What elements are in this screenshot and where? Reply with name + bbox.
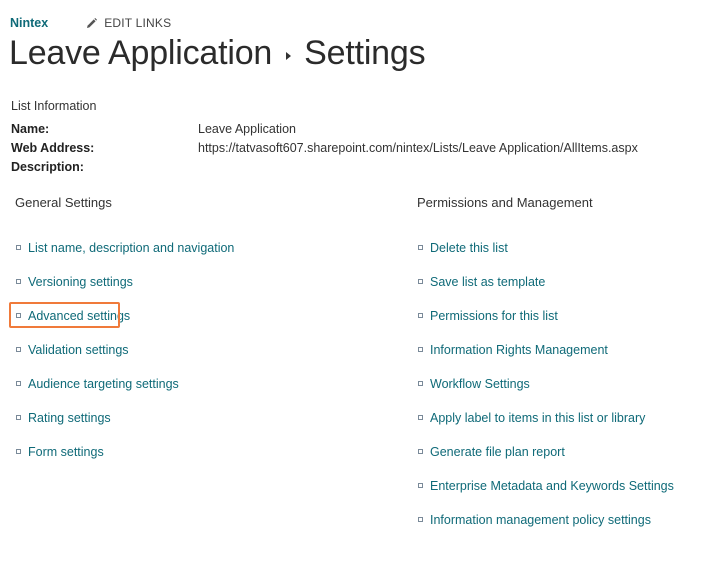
information-management-policy-link[interactable]: Information management policy settings [430, 512, 651, 528]
permissions-management-heading: Permissions and Management [417, 195, 593, 210]
page-title-settings: Settings [304, 34, 426, 72]
info-label: Web Address: [11, 141, 95, 155]
general-settings-heading: General Settings [15, 195, 112, 210]
list-item: Information management policy settings [418, 512, 674, 546]
bullet-icon [16, 245, 21, 250]
top-bar: Nintex EDIT LINKS [10, 14, 171, 32]
list-item: Advanced settings [16, 308, 234, 342]
form-settings-link[interactable]: Form settings [28, 444, 104, 460]
list-information-heading: List Information [11, 99, 97, 113]
bullet-icon [16, 415, 21, 420]
apply-label-link[interactable]: Apply label to items in this list or lib… [430, 410, 645, 426]
bullet-icon [418, 415, 423, 420]
bullet-icon [418, 483, 423, 488]
permissions-management-list: Delete this list Save list as template P… [418, 240, 674, 546]
bullet-icon [418, 517, 423, 522]
bullet-icon [16, 313, 21, 318]
permissions-for-list-link[interactable]: Permissions for this list [430, 308, 558, 324]
bullet-icon [16, 449, 21, 454]
information-rights-management-link[interactable]: Information Rights Management [430, 342, 608, 358]
list-item: Enterprise Metadata and Keywords Setting… [418, 478, 674, 512]
breadcrumb-arrow-icon [286, 51, 292, 60]
list-item: Save list as template [418, 274, 674, 308]
list-item: Generate file plan report [418, 444, 674, 478]
bullet-icon [418, 313, 423, 318]
info-label: Name: [11, 122, 50, 136]
bullet-icon [418, 279, 423, 284]
bullet-icon [418, 381, 423, 386]
edit-links-label: EDIT LINKS [104, 16, 172, 30]
list-item: Workflow Settings [418, 376, 674, 410]
audience-targeting-settings-link[interactable]: Audience targeting settings [28, 376, 179, 392]
list-item: Audience targeting settings [16, 376, 234, 410]
site-name-link[interactable]: Nintex [10, 16, 48, 30]
list-item: Permissions for this list [418, 308, 674, 342]
save-list-as-template-link[interactable]: Save list as template [430, 274, 545, 290]
list-item: Versioning settings [16, 274, 234, 308]
bullet-icon [418, 245, 423, 250]
list-item: Validation settings [16, 342, 234, 376]
bullet-icon [418, 347, 423, 352]
workflow-settings-link[interactable]: Workflow Settings [430, 376, 530, 392]
rating-settings-link[interactable]: Rating settings [28, 410, 111, 426]
info-value: Leave Application [198, 122, 296, 136]
general-settings-list: List name, description and navigation Ve… [16, 240, 234, 478]
versioning-settings-link[interactable]: Versioning settings [28, 274, 133, 290]
page-title-list-name[interactable]: Leave Application [9, 34, 272, 73]
list-item: Form settings [16, 444, 234, 478]
list-item: List name, description and navigation [16, 240, 234, 274]
bullet-icon [16, 381, 21, 386]
bullet-icon [16, 279, 21, 284]
pencil-icon [87, 17, 98, 28]
generate-file-plan-report-link[interactable]: Generate file plan report [430, 444, 565, 460]
list-item: Rating settings [16, 410, 234, 444]
validation-settings-link[interactable]: Validation settings [28, 342, 129, 358]
bullet-icon [418, 449, 423, 454]
info-value: https://tatvasoft607.sharepoint.com/nint… [198, 141, 638, 155]
list-name-description-navigation-link[interactable]: List name, description and navigation [28, 240, 234, 256]
page-title: Leave Application Settings [9, 34, 426, 73]
list-item: Apply label to items in this list or lib… [418, 410, 674, 444]
advanced-settings-link[interactable]: Advanced settings [28, 308, 130, 324]
edit-links-button[interactable]: EDIT LINKS [86, 16, 171, 30]
list-item: Information Rights Management [418, 342, 674, 376]
delete-list-link[interactable]: Delete this list [430, 240, 508, 256]
bullet-icon [16, 347, 21, 352]
list-item: Delete this list [418, 240, 674, 274]
info-label: Description: [11, 160, 84, 174]
enterprise-metadata-keywords-link[interactable]: Enterprise Metadata and Keywords Setting… [430, 478, 674, 494]
